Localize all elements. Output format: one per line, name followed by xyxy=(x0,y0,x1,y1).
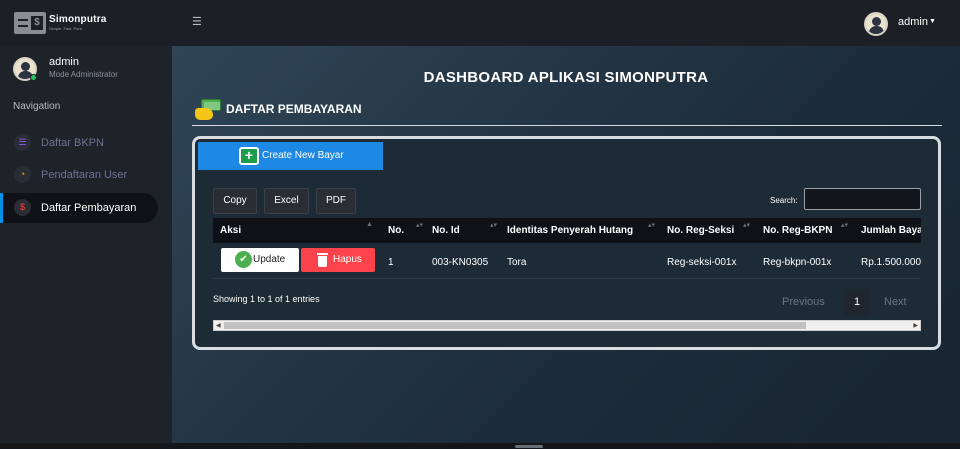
update-button[interactable]: ✔ Update xyxy=(221,248,299,272)
section-title: DAFTAR PEMBAYARAN xyxy=(226,102,362,116)
sort-icon[interactable]: ▲ xyxy=(366,221,373,228)
cell-reg-seksi: Reg-seksi-001x xyxy=(667,257,737,268)
column-header-no[interactable]: No. xyxy=(388,225,404,236)
logo-icon[interactable]: $ xyxy=(14,12,46,34)
column-header-identitas[interactable]: Identitas Penyerah Hutang xyxy=(507,225,633,236)
sidebar-item-daftar-bkpn[interactable]: ☰ Daftar BKPN xyxy=(0,128,158,158)
column-header-reg-seksi[interactable]: No. Reg-Seksi xyxy=(667,225,734,236)
payment-table-card: + Create New Bayar Copy Excel PDF Search… xyxy=(192,136,941,350)
sidebar-item-label: Pendaftaran User xyxy=(41,169,128,181)
hamburger-icon[interactable]: ☰ xyxy=(192,15,202,29)
list-icon: ☰ xyxy=(14,134,31,151)
create-new-bayar-button[interactable]: + Create New Bayar xyxy=(198,142,383,170)
cell-jumlah-bayar: Rp.1.500.000 xyxy=(861,257,921,268)
sort-icon[interactable]: ▴▾ xyxy=(490,221,497,229)
add-icon: + xyxy=(239,147,259,165)
sort-icon[interactable]: ▴▾ xyxy=(841,221,848,229)
excel-button[interactable]: Excel xyxy=(264,188,309,214)
brand-tagline: Simple. Fast. Pure. xyxy=(49,26,84,31)
sidebar-user-role: Mode Administrator xyxy=(49,70,118,79)
cell-reg-bkpn: Reg-bkpn-001x xyxy=(763,257,832,268)
avatar[interactable] xyxy=(864,12,888,36)
delete-button-label: Hapus xyxy=(333,254,362,265)
online-status-icon xyxy=(30,74,37,81)
scroll-left-icon[interactable]: ◀ xyxy=(216,322,221,329)
top-navbar: $ Simonputra Simple. Fast. Pure. ☰ admin… xyxy=(0,0,960,46)
user-menu-label[interactable]: admin xyxy=(898,16,928,28)
sort-icon[interactable]: ▴▾ xyxy=(743,221,750,229)
sort-icon[interactable]: ▴▾ xyxy=(648,221,655,229)
column-header-jumlah-bayar[interactable]: Jumlah Bayar xyxy=(861,225,921,236)
sidebar-item-pendaftaran-user[interactable]: ◔ Pendaftaran User xyxy=(0,160,158,190)
sidebar-item-label: Daftar BKPN xyxy=(41,137,104,149)
divider xyxy=(192,125,942,126)
trash-icon xyxy=(317,253,328,267)
sidebar-user-name: admin xyxy=(49,56,79,68)
pagination-previous[interactable]: Previous xyxy=(782,296,825,308)
column-header-no-id[interactable]: No. Id xyxy=(432,225,460,236)
cell-identitas: Tora xyxy=(507,257,527,268)
update-button-label: Update xyxy=(253,254,286,265)
sidebar: admin Mode Administrator Navigation ☰ Da… xyxy=(0,46,172,443)
bottom-bar xyxy=(0,443,960,449)
cell-id: 003-KN0305 xyxy=(432,257,489,268)
pagination-next[interactable]: Next xyxy=(884,296,907,308)
copy-button[interactable]: Copy xyxy=(213,188,257,214)
speedometer-icon: ◔ xyxy=(14,166,31,183)
nav-heading: Navigation xyxy=(13,101,61,112)
dollar-icon: $ xyxy=(14,199,31,216)
table-row: ✔ Update Hapus 1 003-KN0305 Tora Reg-sek… xyxy=(213,243,921,279)
page-title: DASHBOARD APLIKASI SIMONPUTRA xyxy=(423,69,709,86)
search-input[interactable] xyxy=(804,188,921,210)
main-content: DASHBOARD APLIKASI SIMONPUTRA DAFTAR PEM… xyxy=(172,46,960,443)
app-window: $ Simonputra Simple. Fast. Pure. ☰ admin… xyxy=(0,0,960,449)
check-icon: ✔ xyxy=(235,251,252,268)
pagination-page-1[interactable]: 1 xyxy=(844,289,870,315)
sidebar-item-label: Daftar Pembayaran xyxy=(41,202,137,214)
search-label: Search: xyxy=(770,196,798,205)
scrollbar-thumb[interactable] xyxy=(224,322,806,329)
money-hand-icon xyxy=(195,99,221,121)
sort-icon[interactable]: ▴▾ xyxy=(416,221,423,229)
table-header: Aksi ▲ No. ▴▾ No. Id ▴▾ Identitas Penyer… xyxy=(213,218,921,243)
delete-button[interactable]: Hapus xyxy=(301,248,375,272)
resize-handle[interactable] xyxy=(515,445,543,448)
caret-down-icon[interactable]: ▼ xyxy=(929,16,936,28)
brand-name[interactable]: Simonputra xyxy=(49,14,107,25)
table-info: Showing 1 to 1 of 1 entries xyxy=(213,294,320,304)
horizontal-scrollbar[interactable]: ◀ ▶ xyxy=(213,320,921,331)
create-button-label: Create New Bayar xyxy=(262,150,344,161)
column-header-aksi[interactable]: Aksi xyxy=(220,225,241,236)
sidebar-item-daftar-pembayaran[interactable]: $ Daftar Pembayaran xyxy=(0,193,158,223)
column-header-reg-bkpn[interactable]: No. Reg-BKPN xyxy=(763,225,832,236)
pdf-button[interactable]: PDF xyxy=(316,188,356,214)
cell-no: 1 xyxy=(388,257,394,268)
scroll-right-icon[interactable]: ▶ xyxy=(913,322,918,329)
